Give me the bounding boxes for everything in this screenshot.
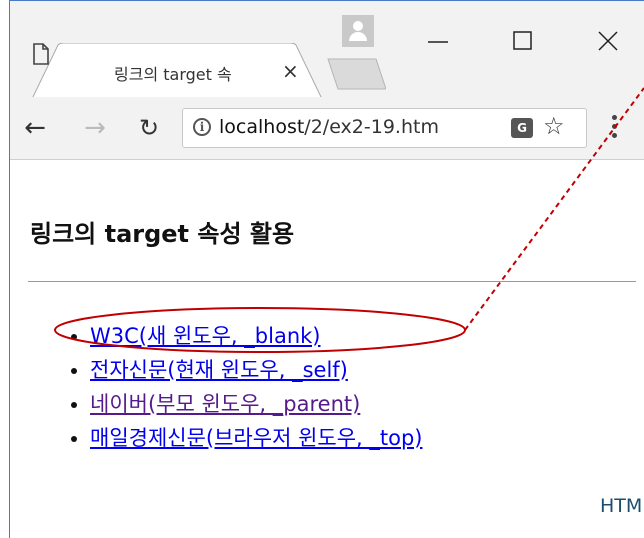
page-icon [33,43,49,65]
page-title: 링크의 target 속성 활용 [30,220,295,248]
browser-toolbar: ← → ↻ i localhost/2/ex2-19.htm G ☆ [10,97,644,160]
title-bar: 링크의 target 속 × [10,1,644,99]
link-mk[interactable]: 매일경제신문(브라우저 윈도우, _top) [90,426,422,450]
list-item: 네이버(부모 윈도우, _parent) [90,387,422,421]
info-icon[interactable]: i [193,118,211,136]
new-tab-button[interactable] [320,57,386,91]
tab-title: 링크의 target 속 [114,65,232,84]
footer-text: HTM [600,495,643,517]
list-item: W3C(새 윈도우, _blank) [90,319,422,353]
link-naver[interactable]: 네이버(부모 윈도우, _parent) [90,392,360,416]
link-etnews[interactable]: 전자신문(현재 윈도우, _self) [90,358,348,382]
url-text[interactable]: localhost/2/ex2-19.htm [219,116,499,138]
address-bar[interactable]: i localhost/2/ex2-19.htm G ☆ [182,108,587,148]
browser-window: 링크의 target 속 × ← → ↻ i localhost/2/ex2-1… [9,0,644,538]
reload-icon[interactable]: ↻ [132,111,166,145]
url-host: localhost [219,116,305,138]
menu-icon[interactable] [612,115,618,141]
page-content: 링크의 target 속성 활용 W3C(새 윈도우, _blank) 전자신문… [10,159,644,538]
profile-icon[interactable] [342,15,374,47]
maximize-icon[interactable] [502,21,542,61]
close-icon[interactable] [588,21,628,61]
link-w3c[interactable]: W3C(새 윈도우, _blank) [90,324,320,348]
active-tab[interactable]: 링크의 target 속 × [32,43,322,99]
translate-icon[interactable]: G [511,118,533,138]
list-item: 매일경제신문(브라우저 윈도우, _top) [90,421,422,455]
link-list: W3C(새 윈도우, _blank) 전자신문(현재 윈도우, _self) 네… [70,319,422,455]
list-item: 전자신문(현재 윈도우, _self) [90,353,422,387]
back-arrow-icon[interactable]: ← [18,111,52,145]
tab-close-icon[interactable]: × [282,59,299,83]
forward-arrow-icon[interactable]: → [78,111,112,145]
minimize-icon[interactable] [418,21,458,61]
star-icon[interactable]: ☆ [543,112,565,140]
url-path: /2/ex2-19.htm [304,116,439,138]
horizontal-rule [28,281,636,282]
